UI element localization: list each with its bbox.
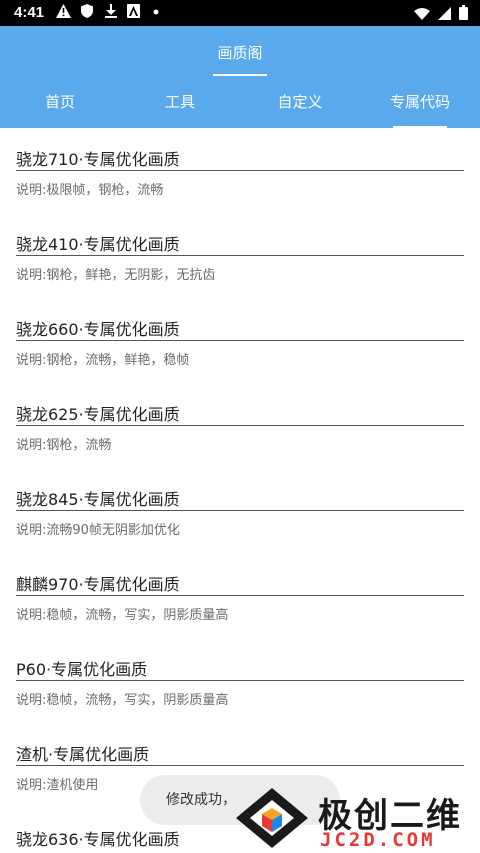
shield-icon — [81, 4, 93, 23]
status-time: 4:41 — [14, 4, 45, 21]
a-icon — [127, 4, 140, 23]
item-title: 骁龙410·专属优化画质 — [16, 235, 180, 254]
divider — [16, 680, 464, 681]
list-item[interactable]: 麒麟970·专属优化画质 说明:稳帧，流畅，写实，阴影质量高 — [0, 553, 480, 638]
list-item[interactable]: 骁龙660·专属优化画质 说明:钢枪，流畅，鲜艳，稳帧 — [0, 298, 480, 383]
item-desc: 说明:稳帧，流畅，写实，阴影质量高 — [16, 608, 229, 623]
watermark-subtext: JC2D.COM — [320, 829, 436, 851]
list-item[interactable]: 骁龙710·专属优化画质 说明:极限帧，钢枪，流畅 — [0, 128, 480, 213]
watermark-cube-icon — [236, 788, 308, 848]
download-icon — [105, 4, 117, 23]
item-title: 骁龙845·专属优化画质 — [16, 490, 180, 509]
divider — [16, 425, 464, 426]
divider — [16, 765, 464, 766]
list-item[interactable]: 骁龙410·专属优化画质 说明:钢枪，鲜艳，无阴影，无抗齿 — [0, 213, 480, 298]
tab-home[interactable]: 首页 — [0, 78, 120, 128]
tab-tools[interactable]: 工具 — [120, 78, 240, 128]
item-title: P60·专属优化画质 — [16, 660, 148, 679]
list-item[interactable]: 骁龙845·专属优化画质 说明:流畅90帧无阴影加优化 — [0, 468, 480, 553]
item-desc: 说明:钢枪，鲜艳，无阴影，无抗齿 — [16, 268, 216, 283]
tab-exclusive-code[interactable]: 专属代码 — [360, 78, 480, 128]
tab-bar: 首页 工具 自定义 专属代码 — [0, 78, 480, 128]
divider — [16, 170, 464, 171]
app-title: 画质阁 — [217, 44, 263, 62]
item-title: 麒麟970·专属优化画质 — [16, 575, 180, 594]
warning-icon — [56, 4, 71, 23]
item-title: 渣机·专属优化画质 — [16, 745, 150, 764]
list-item[interactable]: P60·专属优化画质 说明:稳帧，流畅，写实，阴影质量高 — [0, 638, 480, 723]
divider — [16, 255, 464, 256]
item-desc: 说明:稳帧，流畅，写实，阴影质量高 — [16, 693, 229, 708]
app-bar: 画质阁 — [0, 26, 480, 78]
watermark-logo: 极创二维 JC2D.COM — [232, 782, 480, 853]
item-desc: 说明:钢枪，流畅，鲜艳，稳帧 — [16, 353, 190, 368]
item-desc: 说明:钢枪，流畅 — [16, 438, 112, 453]
divider — [16, 340, 464, 341]
tab-custom[interactable]: 自定义 — [240, 78, 360, 128]
status-right-icons — [414, 5, 468, 24]
item-title: 骁龙625·专属优化画质 — [16, 405, 180, 424]
item-title: 骁龙636·专属优化画质 — [16, 830, 180, 849]
dot-icon — [153, 4, 159, 23]
battery-icon — [459, 5, 468, 24]
item-desc: 说明:极限帧，钢枪，流畅 — [16, 183, 164, 198]
signal-icon — [438, 5, 451, 24]
list-item[interactable]: 骁龙625·专属优化画质 说明:钢枪，流畅 — [0, 383, 480, 468]
title-underline — [213, 74, 267, 76]
divider — [16, 595, 464, 596]
item-desc: 说明:流畅90帧无阴影加优化 — [16, 523, 180, 538]
item-desc: 说明:渣机使用 — [16, 778, 99, 793]
wifi-icon — [414, 5, 430, 24]
item-title: 骁龙710·专属优化画质 — [16, 150, 180, 169]
divider — [16, 510, 464, 511]
status-bar: 4:41 — [0, 0, 480, 26]
item-title: 骁龙660·专属优化画质 — [16, 320, 180, 339]
